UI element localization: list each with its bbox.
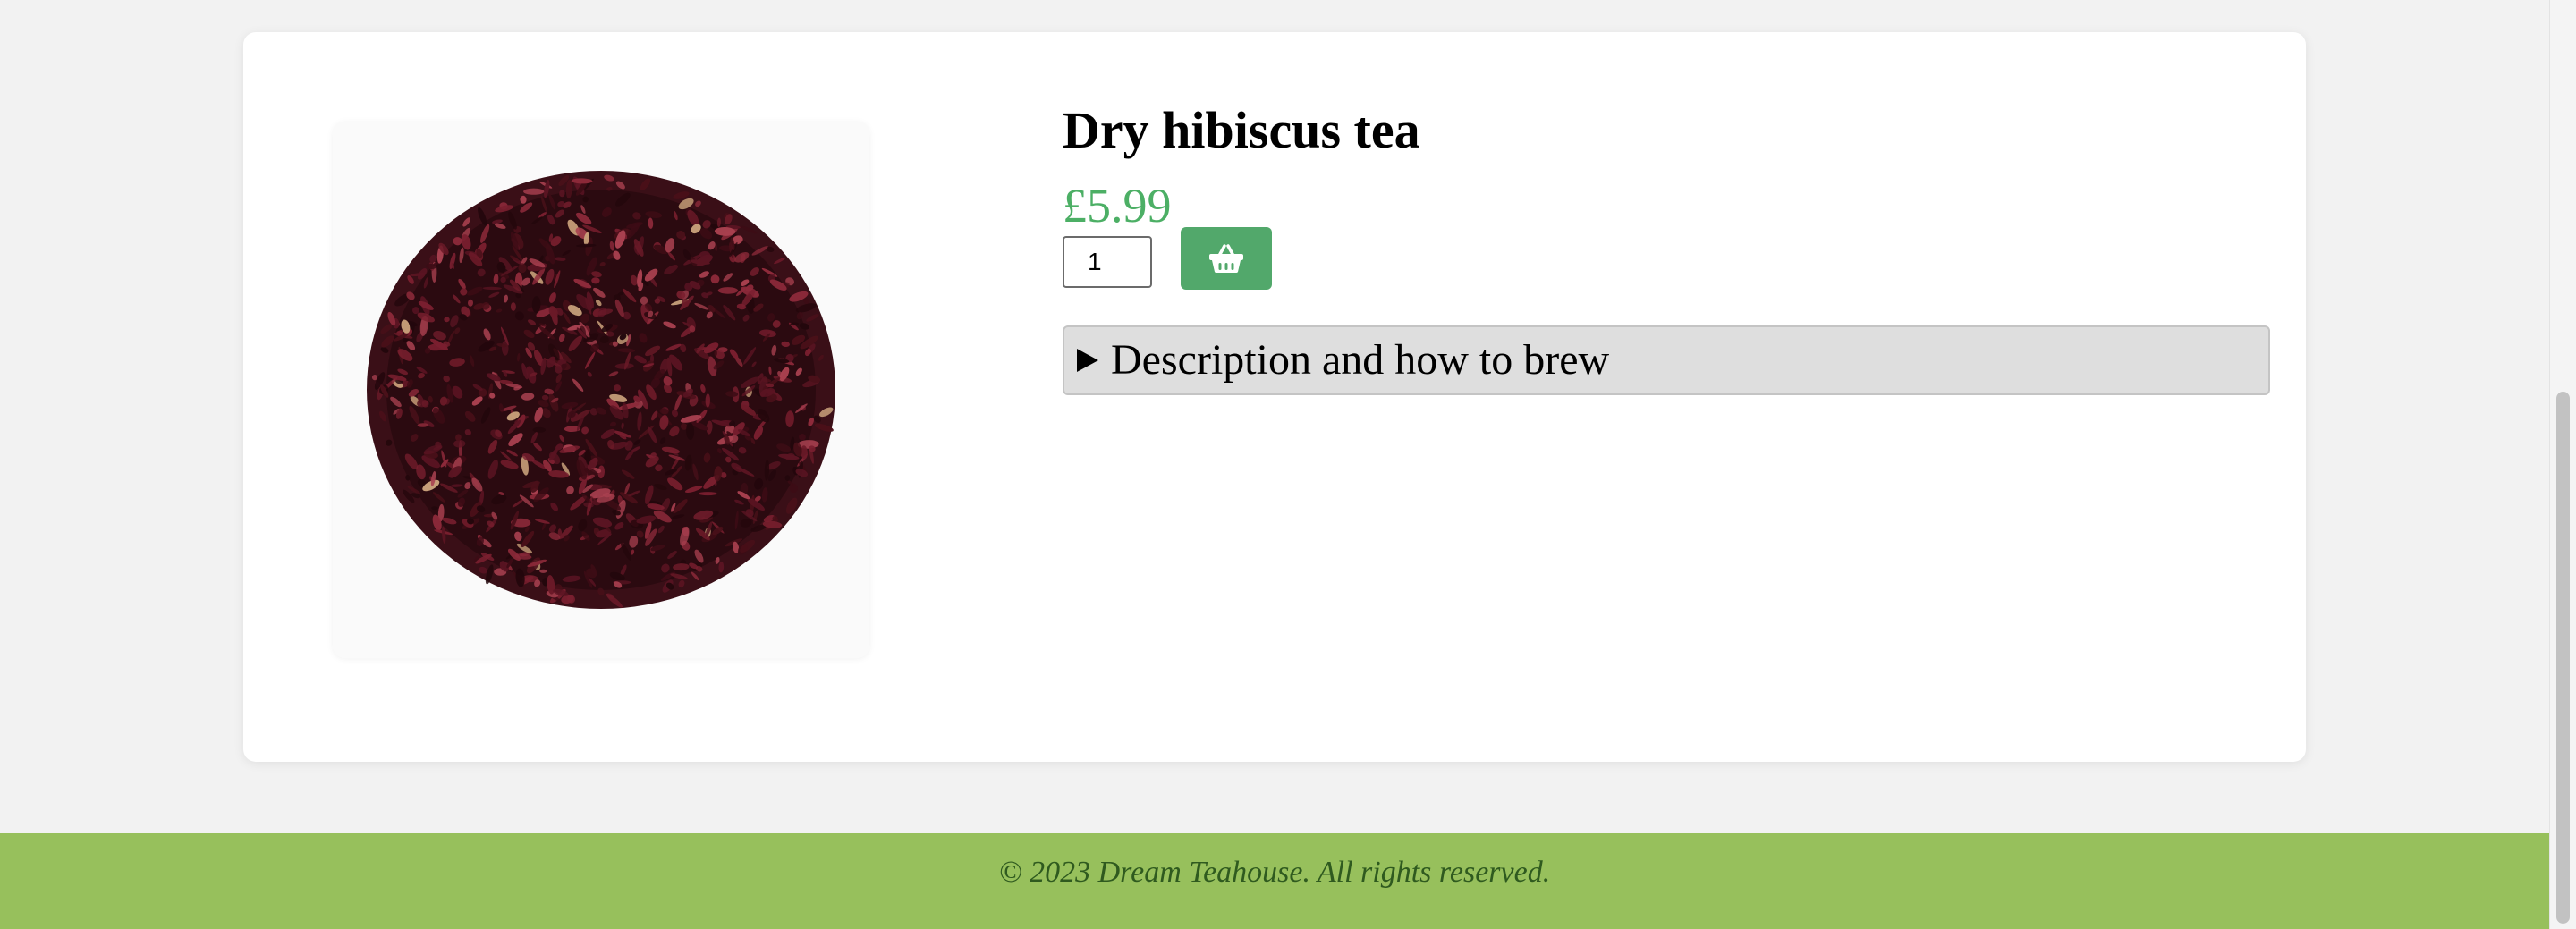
product-image-frame (333, 122, 869, 658)
description-summary-label: Description and how to brew (1111, 336, 1610, 384)
description-details: Description and how to brew (1063, 325, 2270, 395)
footer-copyright: © 2023 Dream Teahouse. All rights reserv… (998, 856, 1551, 889)
product-image (333, 122, 869, 658)
basket-icon (1209, 244, 1243, 273)
vertical-scrollbar[interactable] (2549, 0, 2576, 929)
page: Dry hibiscus tea £5.99 Description and h… (0, 0, 2549, 929)
scrollbar-thumb[interactable] (2556, 392, 2570, 924)
disclosure-triangle-icon (1077, 349, 1098, 372)
footer: © 2023 Dream Teahouse. All rights reserv… (0, 833, 2549, 929)
product-title: Dry hibiscus tea (1063, 101, 1420, 159)
add-to-basket-button[interactable] (1181, 227, 1272, 290)
product-card: Dry hibiscus tea £5.99 Description and h… (243, 32, 2306, 762)
description-summary[interactable]: Description and how to brew (1064, 327, 2268, 393)
product-price: £5.99 (1063, 179, 1172, 232)
quantity-input[interactable] (1063, 236, 1152, 288)
